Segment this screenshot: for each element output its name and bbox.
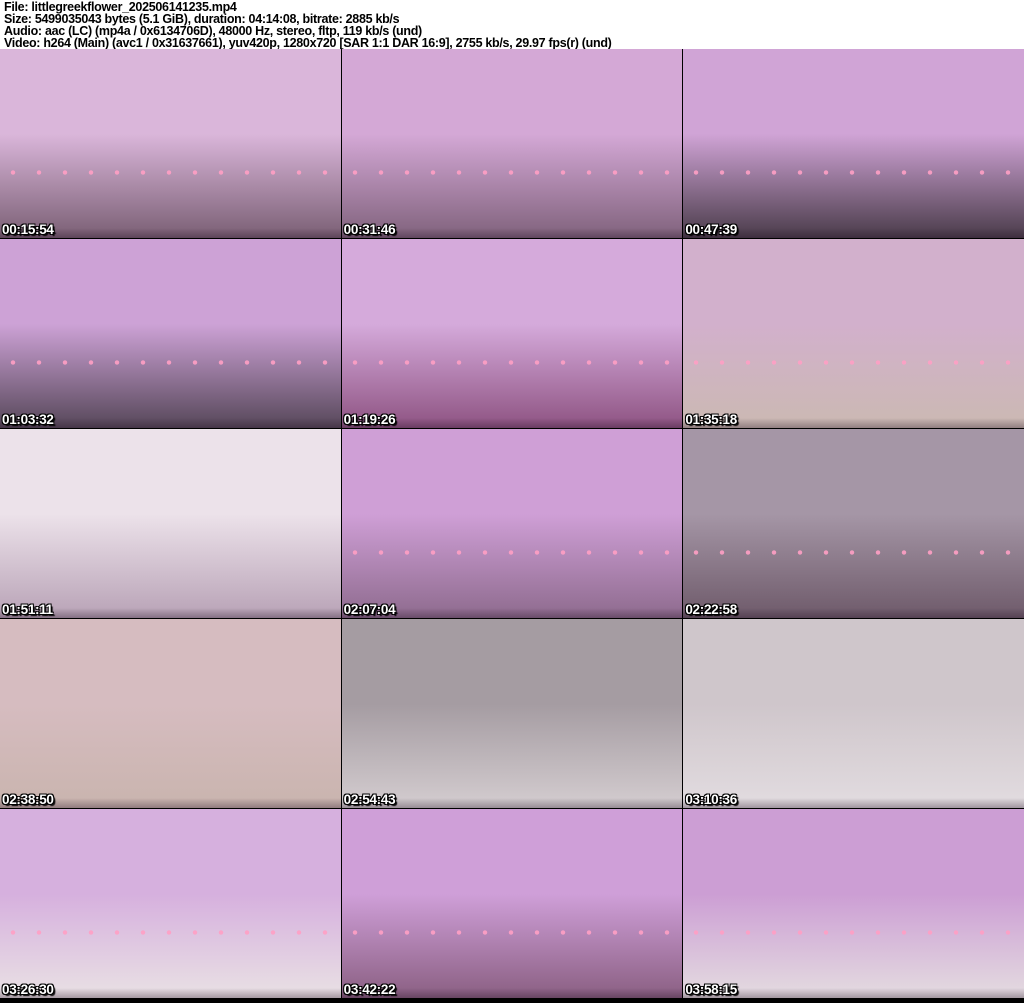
timestamp-overlay: 01:19:26 bbox=[344, 412, 396, 427]
thumbnail: 02:07:04 bbox=[342, 429, 683, 618]
timestamp-overlay: 00:31:46 bbox=[344, 222, 396, 237]
timestamp-overlay: 02:07:04 bbox=[344, 602, 396, 617]
thumbnail: 01:35:18 bbox=[683, 239, 1024, 428]
thumbnail: 01:51:11 bbox=[0, 429, 341, 618]
timestamp-overlay: 03:58:15 bbox=[685, 982, 737, 997]
timestamp-overlay: 02:22:58 bbox=[685, 602, 737, 617]
timestamp-overlay: 03:26:30 bbox=[2, 982, 54, 997]
thumbnail: 03:10:36 bbox=[683, 619, 1024, 808]
thumbnail: 01:19:26 bbox=[342, 239, 683, 428]
timestamp-overlay: 01:51:11 bbox=[2, 602, 53, 617]
thumbnail: 00:31:46 bbox=[342, 49, 683, 238]
thumbnail: 02:54:43 bbox=[342, 619, 683, 808]
timestamp-overlay: 03:10:36 bbox=[685, 792, 737, 807]
thumbnail: 02:38:50 bbox=[0, 619, 341, 808]
thumbnail: 00:15:54 bbox=[0, 49, 341, 238]
thumbnail: 03:26:30 bbox=[0, 809, 341, 998]
thumbnail: 03:58:15 bbox=[683, 809, 1024, 998]
thumbnail: 02:22:58 bbox=[683, 429, 1024, 618]
timestamp-overlay: 01:35:18 bbox=[685, 412, 737, 427]
thumbnail: 03:42:22 bbox=[342, 809, 683, 998]
media-info-header: File: littlegreekflower_202506141235.mp4… bbox=[0, 0, 1024, 49]
thumbnail-grid: 00:15:54 00:31:46 00:47:39 01:03:32 01:1… bbox=[0, 49, 1024, 998]
video-codec-line: Video: h264 (Main) (avc1 / 0x31637661), … bbox=[4, 37, 1020, 49]
timestamp-overlay: 02:38:50 bbox=[2, 792, 54, 807]
timestamp-overlay: 02:54:43 bbox=[344, 792, 396, 807]
timestamp-overlay: 00:15:54 bbox=[2, 222, 54, 237]
thumbnail: 00:47:39 bbox=[683, 49, 1024, 238]
timestamp-overlay: 03:42:22 bbox=[344, 982, 396, 997]
timestamp-overlay: 00:47:39 bbox=[685, 222, 737, 237]
timestamp-overlay: 01:03:32 bbox=[2, 412, 54, 427]
thumbnail: 01:03:32 bbox=[0, 239, 341, 428]
